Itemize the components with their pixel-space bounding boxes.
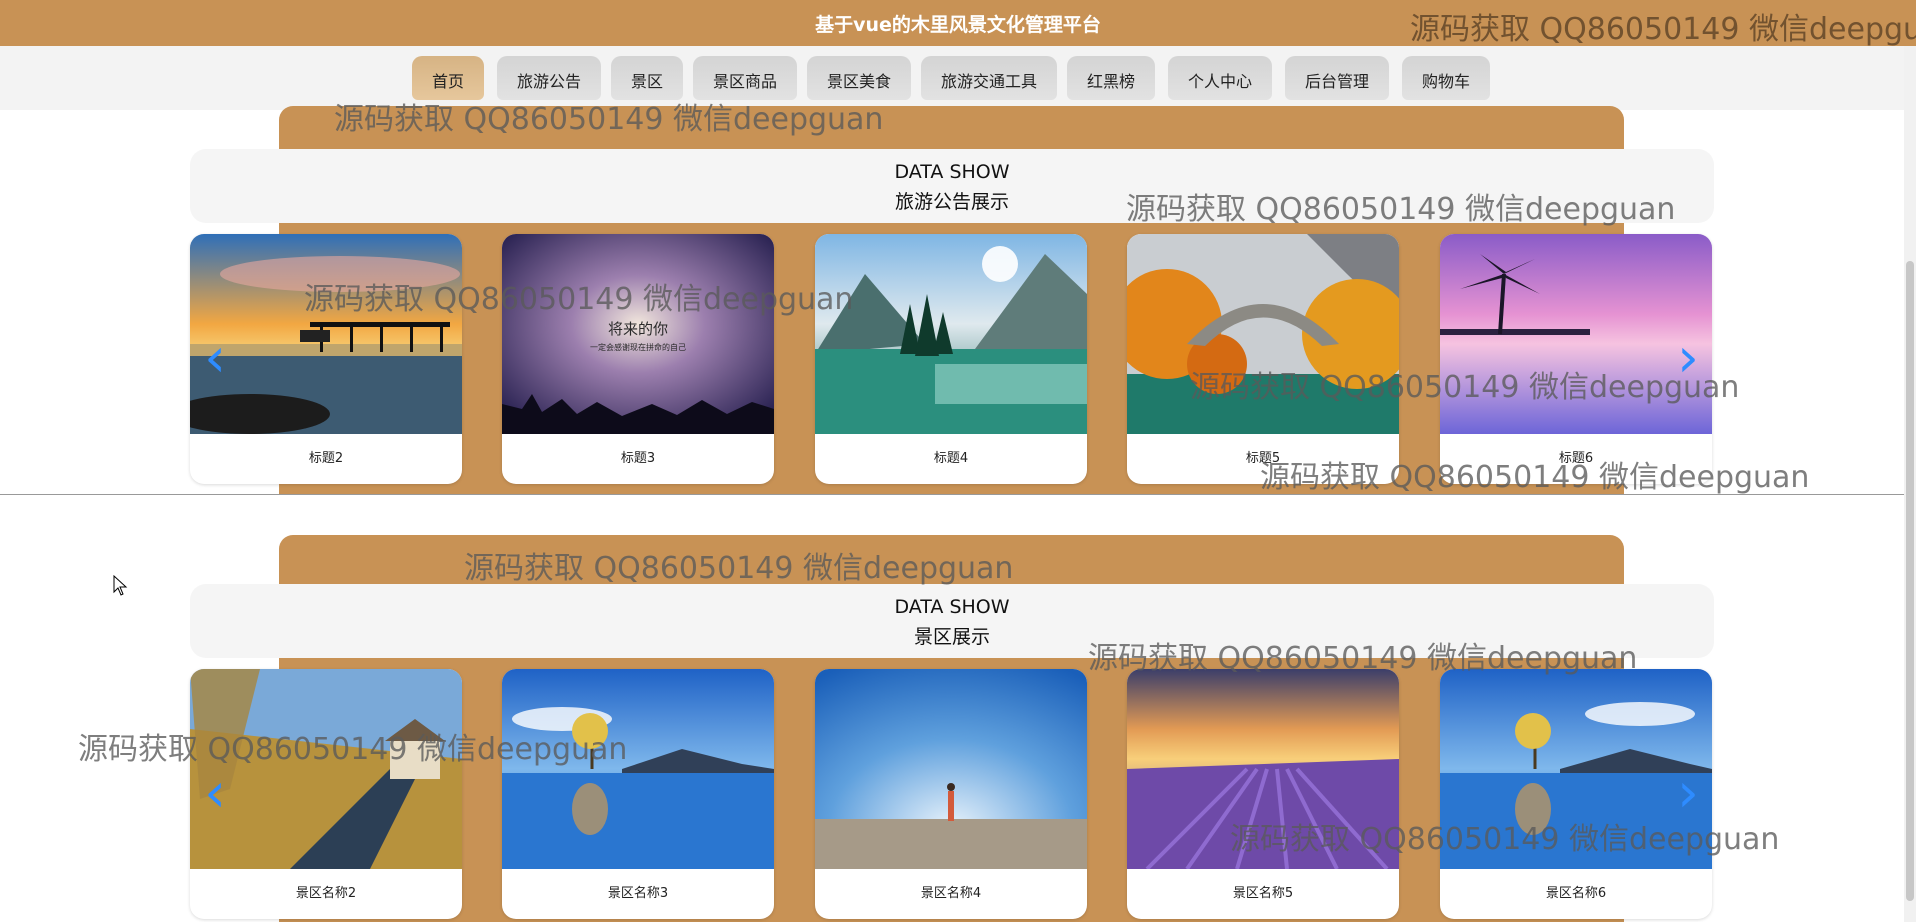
scenic-caption: 景区名称6 (1545, 886, 1607, 901)
nav-home[interactable]: 首页 (412, 56, 484, 100)
notice-caption: 标题2 (308, 451, 344, 466)
scrollbar[interactable] (1904, 46, 1916, 922)
scrollbar-thumb[interactable] (1906, 261, 1914, 901)
nav-red-black-list[interactable]: 红黑榜 (1067, 56, 1155, 100)
notice-card[interactable]: 标题4 (815, 234, 1087, 484)
nav-scenic-area[interactable]: 景区 (611, 56, 683, 100)
notice-image (1127, 234, 1399, 434)
top-header: 基于vue的木里风景文化管理平台 (0, 0, 1916, 46)
nav-personal-center[interactable]: 个人中心 (1168, 56, 1272, 100)
section-divider (0, 494, 1904, 495)
scenic-card[interactable]: 景区名称4 (815, 669, 1087, 919)
mouse-pointer-icon (113, 575, 128, 596)
nav-transport[interactable]: 旅游交通工具 (921, 56, 1057, 100)
section-title: 旅游公告展示 (894, 191, 1009, 213)
scenic-image (1127, 669, 1399, 869)
notice-caption: 标题6 (1558, 451, 1594, 466)
nav-scenic-food[interactable]: 景区美食 (807, 56, 911, 100)
notice-caption: 标题3 (620, 451, 656, 466)
notice-caption: 标题4 (933, 451, 969, 466)
carousel-next-icon[interactable]: › (1668, 330, 1708, 390)
nav-cart[interactable]: 购物车 (1402, 56, 1490, 100)
scenic-caption: 景区名称4 (920, 886, 982, 901)
nav-scenic-goods[interactable]: 景区商品 (693, 56, 797, 100)
nav-admin[interactable]: 后台管理 (1285, 56, 1389, 100)
section-header: DATA SHOW 旅游公告展示 (190, 149, 1714, 223)
section-subtitle: DATA SHOW (894, 596, 1010, 618)
notice-card[interactable]: 将来的你 一定会感谢现在拼命的自己 标题3 (502, 234, 774, 484)
notice-card[interactable]: 标题5 (1127, 234, 1399, 484)
carousel-prev-icon[interactable]: ‹ (195, 765, 235, 825)
notice-caption: 标题5 (1245, 451, 1281, 466)
scenic-image (502, 669, 774, 869)
section-subtitle: DATA SHOW (894, 161, 1010, 183)
poster-text: 一定会感谢现在拼命的自己 (590, 342, 686, 352)
carousel-next-icon[interactable]: › (1668, 765, 1708, 825)
nav-travel-notice[interactable]: 旅游公告 (497, 56, 601, 100)
scenic-card[interactable]: 景区名称5 (1127, 669, 1399, 919)
scenic-image (815, 669, 1087, 869)
notice-image (815, 234, 1087, 434)
notice-image: 将来的你 一定会感谢现在拼命的自己 (502, 234, 774, 434)
site-title: 基于vue的木里风景文化管理平台 (815, 14, 1101, 36)
scenic-caption: 景区名称5 (1232, 886, 1294, 901)
carousel-prev-icon[interactable]: ‹ (195, 330, 235, 390)
section-header: DATA SHOW 景区展示 (190, 584, 1714, 658)
poster-text: 将来的你 (608, 320, 668, 338)
scenic-caption: 景区名称2 (295, 886, 357, 901)
scenic-card[interactable]: 景区名称3 (502, 669, 774, 919)
section-title: 景区展示 (913, 626, 990, 648)
scenic-caption: 景区名称3 (607, 886, 669, 901)
main-nav: 首页 旅游公告 景区 景区商品 景区美食 旅游交通工具 红黑榜 个人中心 后台管… (0, 46, 1916, 110)
